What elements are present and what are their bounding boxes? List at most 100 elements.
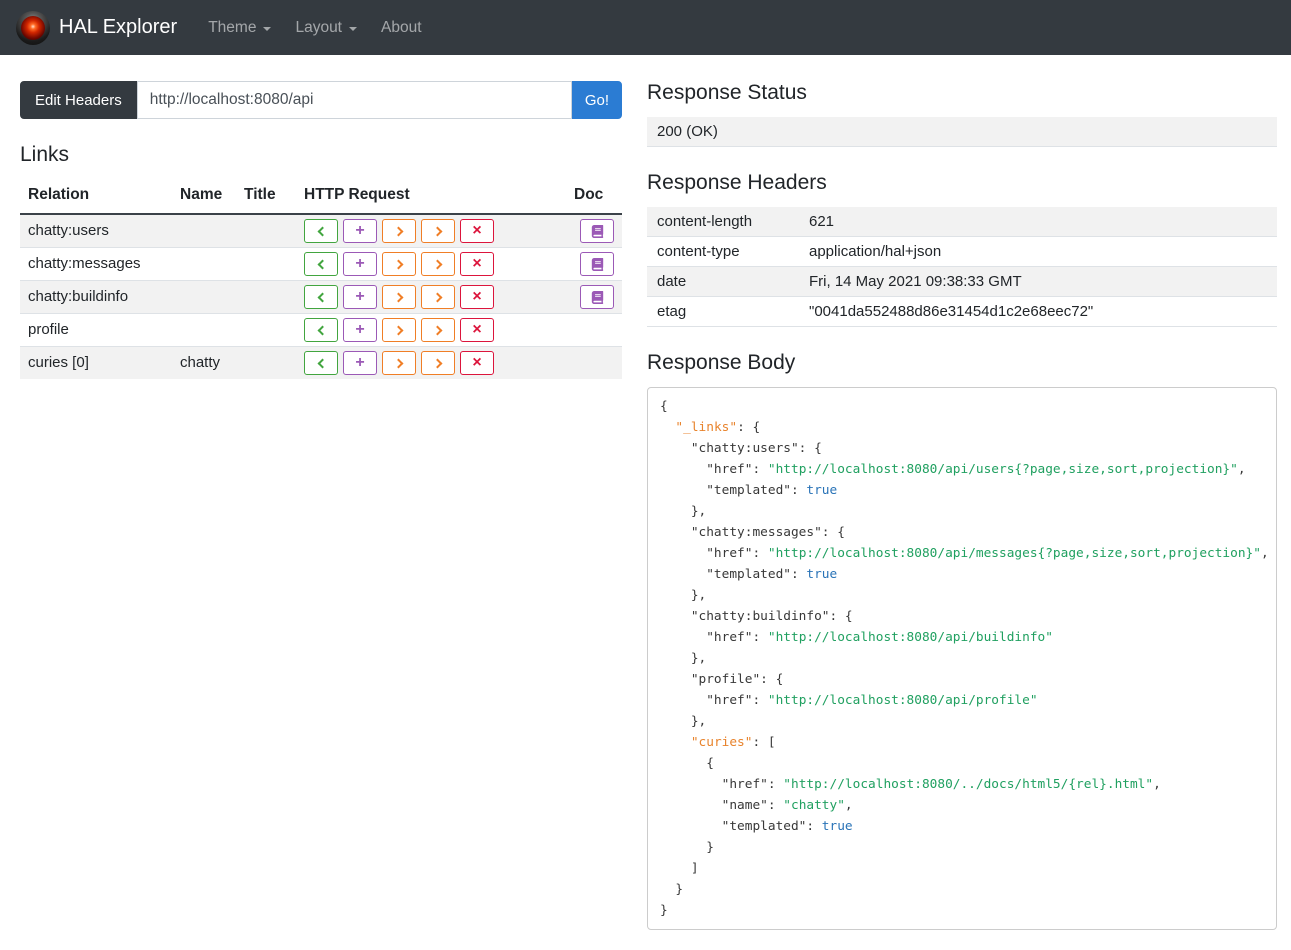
post-button[interactable]: + [343, 351, 377, 376]
json-token: "href": [660, 630, 768, 645]
patch-button[interactable] [421, 318, 455, 343]
doc-button[interactable] [580, 285, 614, 310]
code-line: "href": "http://localhost:8080/api/build… [660, 627, 1264, 648]
patch-button[interactable] [421, 219, 455, 244]
json-token: { [660, 756, 714, 771]
link-name [172, 281, 236, 314]
post-button[interactable]: + [343, 285, 377, 310]
post-button[interactable]: + [343, 252, 377, 277]
link-relation: chatty:buildinfo [28, 288, 129, 306]
links-table-head: Relation Name Title HTTP Request Doc [20, 181, 622, 215]
right-column: Response Status 200 (OK) Response Header… [647, 81, 1277, 930]
edit-headers-button[interactable]: Edit Headers [20, 81, 137, 119]
link-name [172, 214, 236, 248]
patch-button[interactable] [421, 285, 455, 310]
json-token: } [660, 882, 684, 897]
chevron-right-icon [393, 358, 403, 369]
header-value: 621 [809, 213, 835, 230]
chevron-left-icon [317, 226, 327, 236]
x-icon: × [472, 222, 482, 240]
nav-item-theme[interactable]: Theme [199, 11, 280, 45]
chevron-left-icon [317, 325, 327, 336]
get-button[interactable] [304, 318, 338, 343]
put-button[interactable] [382, 318, 416, 343]
response-headers-title: Response Headers [647, 171, 827, 194]
code-line: "_links": { [660, 417, 1264, 438]
get-button[interactable] [304, 351, 338, 376]
put-button[interactable] [382, 252, 416, 277]
code-line: "href": "http://localhost:8080/../docs/h… [660, 774, 1264, 795]
table-row: chatty:messages + × [20, 247, 622, 281]
header-value: "0041da552488d86e31454d1c2e68eec72" [809, 303, 1094, 320]
link-title [236, 214, 296, 248]
book-icon [591, 290, 603, 304]
chevron-right-icon [432, 259, 442, 270]
http-request-buttons: + × [296, 347, 566, 380]
navbar-brand[interactable]: HAL Explorer [16, 10, 177, 45]
response-header-row: content-length 621 [647, 207, 1277, 237]
chevron-right-icon [432, 226, 442, 236]
plus-icon: + [355, 321, 365, 339]
post-button[interactable]: + [343, 318, 377, 343]
header-name: content-length [657, 213, 753, 230]
patch-button[interactable] [421, 252, 455, 277]
link-name: chatty [180, 354, 221, 372]
table-row: profile + × [20, 313, 622, 347]
json-token: }, [660, 588, 707, 603]
doc-button[interactable] [580, 219, 614, 244]
json-token: }, [660, 714, 707, 729]
header-name: date [657, 273, 687, 290]
doc-cell [566, 214, 622, 248]
post-button[interactable]: + [343, 219, 377, 244]
get-button[interactable] [304, 252, 338, 277]
code-line: } [660, 879, 1264, 900]
get-button[interactable] [304, 219, 338, 244]
delete-button[interactable]: × [460, 285, 494, 310]
delete-button[interactable]: × [460, 318, 494, 343]
code-line: }, [660, 585, 1264, 606]
book-icon [591, 257, 603, 271]
json-string: "http://localhost:8080/api/users{?page,s… [767, 462, 1238, 477]
code-line: "curies": [ [660, 732, 1264, 753]
json-token: } [660, 903, 668, 918]
header-value: Fri, 14 May 2021 09:38:33 GMT [809, 273, 1022, 290]
json-token: ] [660, 861, 699, 876]
doc-cell [566, 314, 622, 347]
links-table: Relation Name Title HTTP Request Doc chatty:… [20, 181, 622, 380]
delete-button[interactable]: × [460, 219, 494, 244]
column-header-relation: Relation [20, 181, 172, 215]
put-button[interactable] [382, 219, 416, 244]
json-string: "http://localhost:8080/../docs/html5/{re… [783, 777, 1154, 792]
json-token: "chatty:users": { [660, 441, 822, 456]
delete-button[interactable]: × [460, 252, 494, 277]
code-line: "templated": true [660, 564, 1264, 585]
nav-item-about[interactable]: About [372, 11, 431, 45]
patch-button[interactable] [421, 351, 455, 376]
chevron-down-icon [349, 26, 357, 31]
code-line: "href": "http://localhost:8080/api/users… [660, 459, 1264, 480]
go-button[interactable]: Go! [571, 81, 622, 119]
put-button[interactable] [382, 285, 416, 310]
chevron-left-icon [317, 292, 327, 303]
navbar: HAL Explorer Theme Layout About [0, 0, 1291, 55]
http-request-buttons: + × [296, 248, 566, 281]
nav-item-layout[interactable]: Layout [286, 11, 366, 45]
request-bar: Edit Headers Go! [20, 81, 622, 119]
link-relation: chatty:users [28, 222, 109, 240]
chevron-right-icon [393, 325, 403, 336]
code-line: "href": "http://localhost:8080/api/profi… [660, 690, 1264, 711]
chevron-left-icon [317, 358, 327, 369]
get-button[interactable] [304, 285, 338, 310]
chevron-right-icon [393, 226, 403, 236]
put-button[interactable] [382, 351, 416, 376]
chevron-left-icon [317, 259, 327, 270]
json-token: "profile": { [660, 672, 784, 687]
code-line: } [660, 900, 1264, 921]
url-input[interactable] [136, 81, 572, 119]
doc-button[interactable] [580, 252, 614, 277]
navbar-menu: Theme Layout About [199, 11, 436, 45]
chevron-right-icon [432, 292, 442, 303]
delete-button[interactable]: × [460, 351, 494, 376]
